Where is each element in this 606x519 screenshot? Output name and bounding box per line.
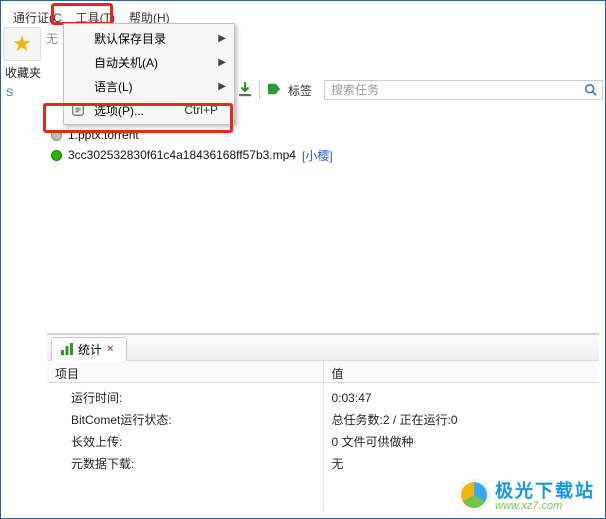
stat-label: BitComet运行状态:	[71, 409, 315, 431]
submenu-caret-icon: ▶	[218, 81, 226, 92]
unlabeled-left-text: 无	[46, 30, 58, 47]
stat-label: 元数据下载:	[71, 453, 315, 475]
search-input[interactable]	[331, 83, 580, 97]
list-item[interactable]: 1.pptx.torrent	[47, 125, 599, 145]
submenu-caret-icon: ▶	[218, 57, 226, 68]
status-dot-active-icon	[51, 150, 62, 161]
menu-language[interactable]: 语言(L) ▶	[64, 74, 234, 98]
stat-value: 0:03:47	[332, 387, 592, 409]
tools-dropdown: 无 默认保存目录 ▶ 自动关机(A) ▶ 语言(L) ▶ 选项(P)... Ct…	[63, 23, 235, 125]
menu-label: 语言(L)	[94, 78, 133, 95]
menu-options[interactable]: 选项(P)... Ctrl+P	[64, 98, 234, 122]
menu-label: 自动关机(A)	[94, 54, 158, 71]
toolbar: 标签	[237, 79, 603, 101]
file-tag: [小樱]	[302, 147, 333, 164]
tag-label: 标签	[288, 82, 312, 99]
favorites-label: 收藏夹	[1, 63, 45, 81]
bottom-panel: 统计 ✕ 项目 运行时间: BitComet运行状态: 长效上传: 元数据下载:…	[47, 333, 599, 512]
stats-col-right: 值 0:03:47 总任务数:2 / 正在运行:0 0 文件可供做种 无	[324, 361, 600, 512]
task-list: 1.pptx.torrent 3cc302532830f61c4a1843616…	[47, 125, 599, 311]
sidebar-s: S	[1, 87, 45, 99]
tab-label: 统计	[78, 341, 102, 358]
sidebar: ★ 收藏夹 S	[1, 25, 45, 125]
stat-label: 长效上传:	[71, 431, 315, 453]
stat-value: 无	[332, 453, 592, 475]
settings-icon	[70, 102, 86, 118]
list-item[interactable]: 3cc302532830f61c4a18436168ff57b3.mp4 [小樱…	[47, 145, 599, 165]
menu-shortcut: Ctrl+P	[184, 103, 218, 117]
bottom-tabs: 统计 ✕	[47, 335, 599, 361]
stat-value: 总任务数:2 / 正在运行:0	[332, 409, 592, 431]
menu-default-save-dir[interactable]: 默认保存目录 ▶	[64, 26, 234, 50]
menu-label: 选项(P)...	[94, 102, 144, 119]
submenu-caret-icon: ▶	[218, 33, 226, 44]
favorites-star-icon[interactable]: ★	[3, 27, 41, 61]
menu-auto-shutdown[interactable]: 自动关机(A) ▶	[64, 50, 234, 74]
separator	[259, 81, 260, 99]
stats-col-left: 项目 运行时间: BitComet运行状态: 长效上传: 元数据下载:	[47, 361, 324, 512]
col-header-value: 值	[324, 361, 600, 383]
status-dot-idle-icon	[51, 130, 62, 141]
search-box	[324, 80, 603, 100]
stat-value: 0 文件可供做种	[332, 431, 592, 453]
tag-icon[interactable]	[266, 82, 282, 99]
menu-label: 默认保存目录	[94, 30, 166, 47]
menu-pass[interactable]: 通行证(C	[7, 7, 68, 28]
stat-label: 运行时间:	[71, 387, 315, 409]
tab-close-icon[interactable]: ✕	[106, 344, 114, 355]
stats-icon	[60, 342, 74, 356]
file-name: 3cc302532830f61c4a18436168ff57b3.mp4	[68, 148, 296, 162]
search-icon[interactable]	[583, 82, 599, 98]
download-icon[interactable]	[237, 82, 253, 98]
file-name: 1.pptx.torrent	[68, 128, 139, 142]
col-header-item: 项目	[47, 361, 323, 383]
tab-stats[interactable]: 统计 ✕	[51, 337, 127, 361]
